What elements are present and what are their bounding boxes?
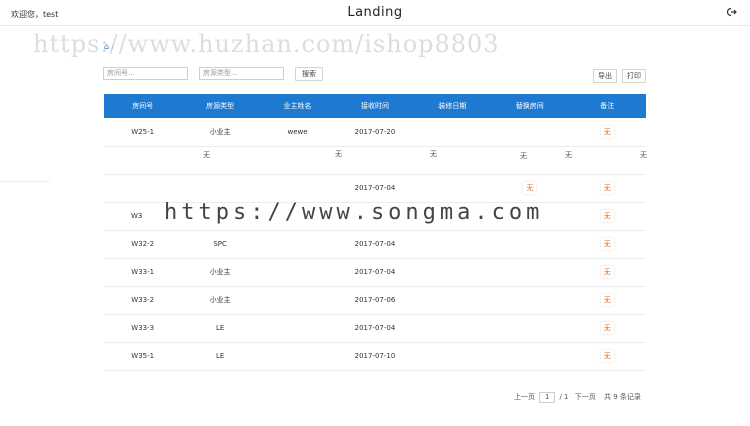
- cell-received: 2017-07-04: [354, 324, 396, 332]
- column-header[interactable]: 房间号: [104, 94, 181, 118]
- cell-room-no: W25-1: [131, 127, 155, 136]
- artifact-fragment: 无: [640, 151, 647, 159]
- top-bar: 欢迎您，test Landing: [0, 0, 750, 26]
- cell-remark: 无: [569, 258, 646, 286]
- cell-remark: 无: [569, 230, 646, 258]
- table-row[interactable]: W25-1 小业主 wewe 2017-07-20 无: [104, 118, 646, 146]
- cell-renovation: [414, 342, 491, 370]
- cell-room-type: 小业主: [209, 127, 231, 136]
- remark-tag[interactable]: 无: [600, 266, 614, 278]
- cell-replacement: [491, 202, 568, 230]
- remark-tag[interactable]: 无: [600, 125, 614, 138]
- cell-room-no: W3: [131, 212, 143, 220]
- home-icon[interactable]: ⌂: [104, 42, 109, 51]
- search-button[interactable]: 搜索: [295, 67, 323, 81]
- rooms-table: 房间号 房源类型 业主姓名 接收时间 装修日期 替换房间 备注 W25-1 小业…: [104, 94, 646, 371]
- prev-page-link[interactable]: 上一页: [514, 393, 535, 401]
- cell-received: [336, 202, 413, 230]
- cell-room-type: LE: [215, 324, 225, 332]
- artifact-fragment: 无: [565, 151, 572, 159]
- table-row[interactable]: W32-2 SPC 2017-07-04 无: [104, 230, 646, 258]
- cell-room-no: W32-2: [131, 240, 155, 248]
- cell-room-type: LE: [215, 352, 225, 360]
- cell-owner: [259, 286, 336, 314]
- cell-remark: 无: [569, 286, 646, 314]
- cell-renovation: [414, 286, 491, 314]
- room-type-input[interactable]: 房源类型...: [199, 67, 284, 80]
- cell-renovation: [414, 202, 491, 230]
- cell-replacement: [491, 230, 568, 258]
- cell-renovation: [414, 314, 491, 342]
- cell-room-type: 小业主: [209, 296, 231, 304]
- cell-room-no: W33-1: [131, 268, 155, 276]
- cell-replacement: [491, 118, 568, 146]
- cell-received: 2017-07-04: [354, 240, 396, 248]
- column-header[interactable]: 房源类型: [181, 94, 258, 118]
- cell-owner: [259, 202, 336, 230]
- artifact-line: [0, 181, 50, 182]
- cell-room-no: W33-2: [131, 296, 155, 304]
- cell-replacement: [491, 286, 568, 314]
- cell-room-type: SPC: [213, 240, 227, 248]
- column-header[interactable]: 替换房间: [491, 94, 568, 118]
- table-row[interactable]: W3 无: [104, 202, 646, 230]
- cell-remark: 无: [569, 202, 646, 230]
- cell-renovation: [414, 258, 491, 286]
- record-count: 共 9 条记录: [603, 393, 641, 401]
- pagination: 上一页 1 / 1 下一页 共 9 条记录: [514, 392, 641, 403]
- table-row[interactable]: W33-1 小业主 2017-07-04 无: [104, 258, 646, 286]
- cell-owner: wewe: [287, 127, 308, 136]
- cell-room-no: W33-3: [131, 324, 155, 332]
- table-header-row: 房间号 房源类型 业主姓名 接收时间 装修日期 替换房间 备注: [104, 94, 646, 118]
- artifact-fragment: 无: [203, 151, 210, 159]
- cell-owner: [259, 258, 336, 286]
- column-header[interactable]: 装修日期: [414, 94, 491, 118]
- page-title: Landing: [347, 5, 403, 20]
- export-button[interactable]: 导出: [593, 69, 617, 83]
- header-divider: [0, 25, 750, 26]
- table-row[interactable]: W33-2 小业主 2017-07-06 无: [104, 286, 646, 314]
- cell-received: 2017-07-20: [354, 127, 396, 136]
- logout-icon[interactable]: [727, 7, 737, 17]
- cell-room-type: 小业主: [209, 268, 231, 276]
- artifact-fragment: 无: [430, 150, 437, 158]
- artifact-fragment: 无: [520, 152, 527, 160]
- remark-tag[interactable]: 无: [600, 238, 614, 250]
- table-row[interactable]: W35-1 LE 2017-07-10 无: [104, 342, 646, 370]
- page-total: / 1: [559, 393, 569, 401]
- cell-received: 2017-07-06: [354, 296, 396, 304]
- artifact-fragment: 无: [335, 150, 342, 158]
- breadcrumb: ⌂ /: [104, 42, 114, 51]
- watermark-top: https://www.huzhan.com/ishop8803: [33, 30, 500, 58]
- column-header[interactable]: 备注: [569, 94, 646, 118]
- cell-room-no: W35-1: [131, 352, 155, 360]
- cell-received: 2017-07-10: [354, 352, 396, 360]
- cell-remark: 无: [569, 314, 646, 342]
- remark-tag[interactable]: 无: [600, 294, 614, 306]
- column-header[interactable]: 接收时间: [336, 94, 413, 118]
- cell-owner: [259, 230, 336, 258]
- cell-replacement: [491, 258, 568, 286]
- breadcrumb-path: /: [111, 43, 114, 51]
- cell-replacement: [491, 314, 568, 342]
- cell-owner: [259, 342, 336, 370]
- cell-remark: 无: [569, 342, 646, 370]
- cell-replacement: [491, 342, 568, 370]
- room-number-input[interactable]: 房间号...: [103, 67, 188, 80]
- remark-tag[interactable]: 无: [600, 210, 614, 222]
- render-artifact-band: 无 无 无 无 无 无: [0, 148, 750, 184]
- table-row[interactable]: W33-3 LE 2017-07-04 无: [104, 314, 646, 342]
- cell-renovation: [414, 230, 491, 258]
- remark-tag[interactable]: 无: [600, 350, 614, 362]
- cell-owner: [259, 314, 336, 342]
- column-header[interactable]: 业主姓名: [259, 94, 336, 118]
- page-number-input[interactable]: 1: [539, 392, 556, 403]
- cell-room-type: [181, 202, 258, 230]
- cell-received: 2017-07-04: [354, 268, 396, 276]
- remark-tag[interactable]: 无: [600, 322, 614, 334]
- print-button[interactable]: 打印: [622, 69, 646, 83]
- cell-renovation: [414, 118, 491, 146]
- next-page-link[interactable]: 下一页: [575, 393, 596, 401]
- cell-remark: 无: [569, 118, 646, 146]
